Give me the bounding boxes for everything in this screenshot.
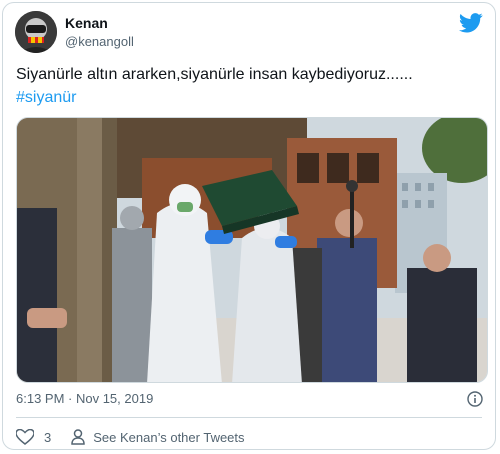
tweet-card: Kenan @kenangoll Siyanürle altın ararken… [2, 2, 496, 450]
tweet-timestamp[interactable]: 6:13 PM · Nov 15, 2019 [16, 391, 153, 406]
author-name[interactable]: Kenan [65, 15, 108, 31]
see-other-tweets-link[interactable]: See Kenan’s other Tweets [71, 429, 245, 445]
avatar-icon [15, 11, 57, 53]
see-other-tweets-label: See Kenan’s other Tweets [93, 429, 245, 445]
tweet-body: Siyanürle altın ararken,siyanürle insan … [16, 66, 413, 83]
tweet-text: Siyanürle altın ararken,siyanürle insan … [16, 63, 486, 109]
tweet-photo[interactable] [16, 117, 488, 383]
tweet-actions: 3 See Kenan’s other Tweets [16, 427, 245, 447]
heart-icon [16, 429, 34, 445]
like-count: 3 [44, 429, 52, 445]
avatar[interactable] [15, 11, 57, 53]
person-icon [71, 429, 85, 445]
author-handle[interactable]: @kenangoll [65, 34, 134, 49]
funeral-photo-illustration [17, 118, 487, 382]
divider [16, 417, 482, 418]
twitter-bird-icon[interactable] [459, 13, 483, 33]
hashtag-link[interactable]: #siyanür [16, 86, 486, 109]
like-button[interactable]: 3 [16, 429, 51, 445]
info-icon[interactable] [467, 391, 483, 407]
